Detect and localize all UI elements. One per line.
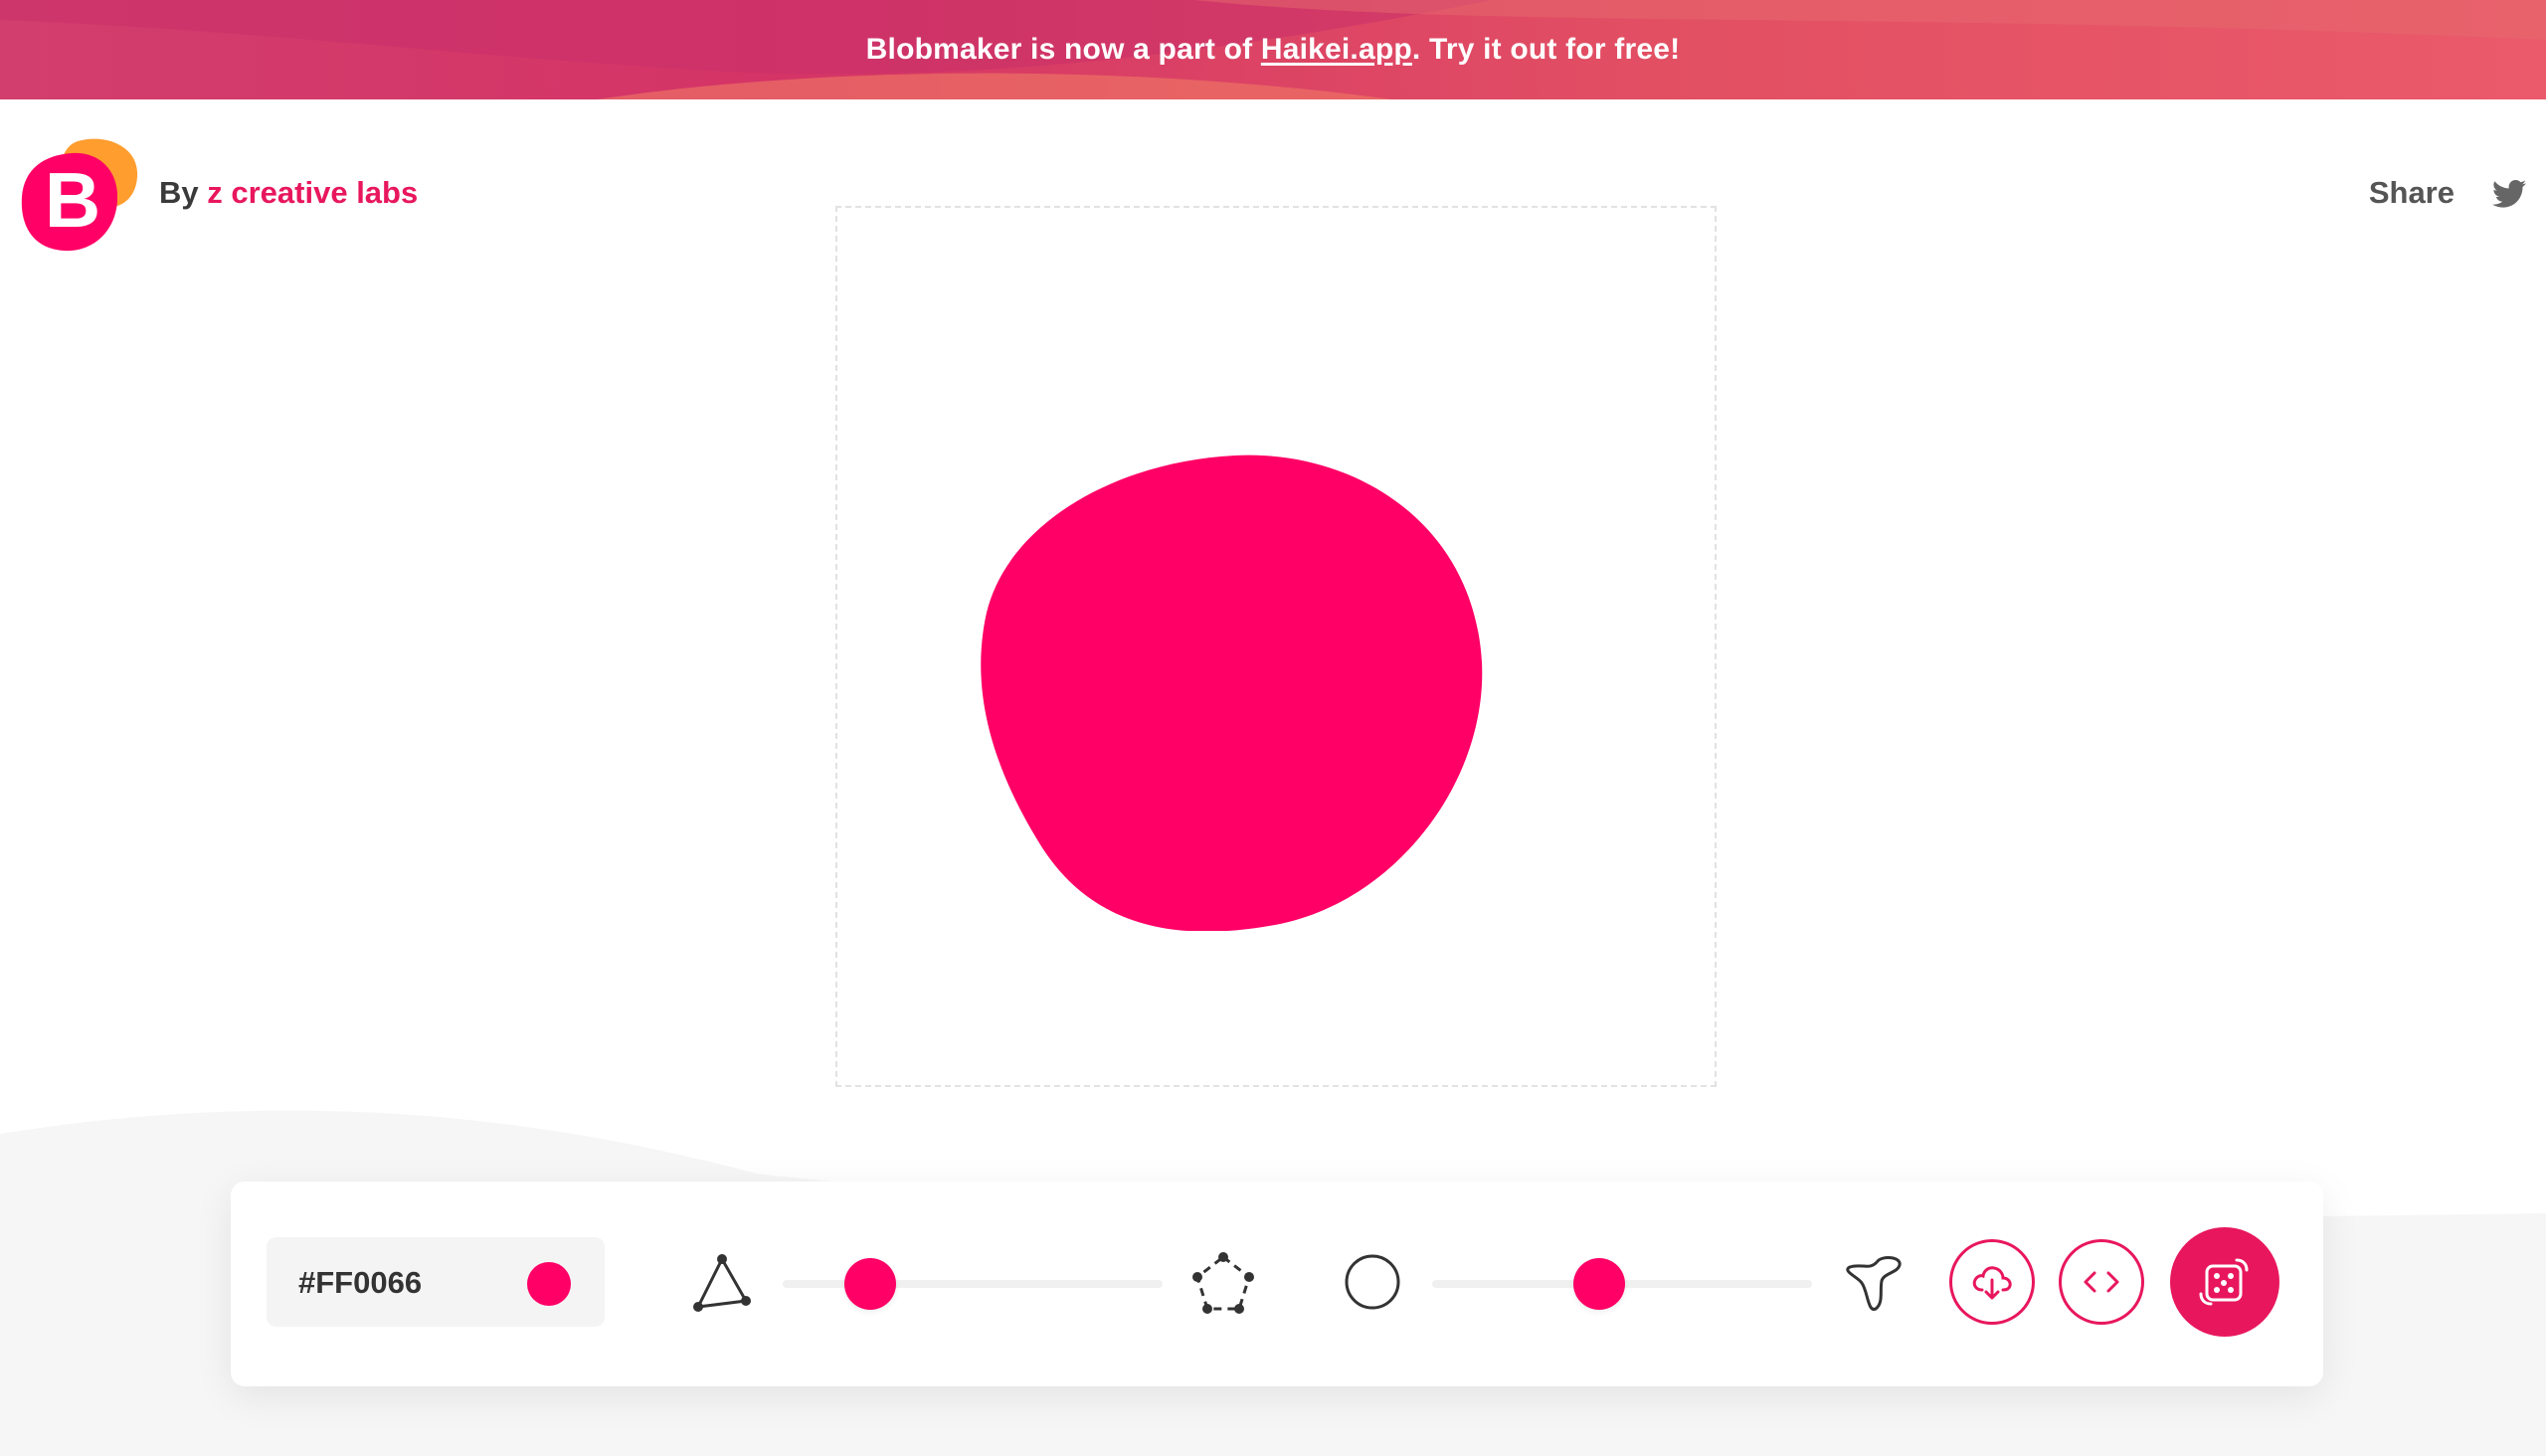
byline: By z creative labs (159, 175, 418, 211)
triangle-icon (693, 1254, 751, 1312)
code-button[interactable] (2059, 1239, 2144, 1325)
download-button[interactable] (1949, 1239, 2035, 1325)
blob-shape (981, 455, 1483, 931)
haikei-link[interactable]: Haikei.app (1261, 33, 1412, 67)
banner-text-before: Blobmaker is now a part of (865, 33, 1253, 66)
svg-text:B: B (45, 156, 100, 244)
by-label: By (159, 175, 199, 210)
pentagon-icon (1192, 1252, 1254, 1314)
color-picker[interactable]: #FF0066 (267, 1237, 605, 1327)
banner-text-after: . Try it out for free! (1411, 33, 1681, 66)
twitter-icon[interactable] (2492, 179, 2526, 209)
complexity-track[interactable] (783, 1280, 1163, 1288)
star-blob-icon (1846, 1256, 1902, 1311)
color-swatch[interactable] (527, 1262, 571, 1306)
code-icon (2084, 1271, 2119, 1293)
share-label[interactable]: Share (2369, 175, 2455, 211)
randomize-button[interactable] (2170, 1227, 2279, 1337)
author-link[interactable]: z creative labs (207, 175, 418, 210)
controls-toolbar: #FF0066 (231, 1182, 2323, 1386)
announcement-banner: Blobmaker is now a part of Haikei.app. T… (0, 0, 2546, 99)
color-hex-value[interactable]: #FF0066 (298, 1265, 422, 1301)
circle-icon (1345, 1254, 1400, 1310)
blobmaker-logo[interactable]: B (20, 135, 139, 255)
download-cloud-icon (1972, 1266, 2012, 1300)
banner-message: Blobmaker is now a part of Haikei.app. T… (0, 0, 2546, 99)
complexity-slider-handle[interactable] (843, 1258, 896, 1310)
contrast-slider-handle[interactable] (1573, 1258, 1626, 1310)
dice-icon (2199, 1258, 2249, 1306)
